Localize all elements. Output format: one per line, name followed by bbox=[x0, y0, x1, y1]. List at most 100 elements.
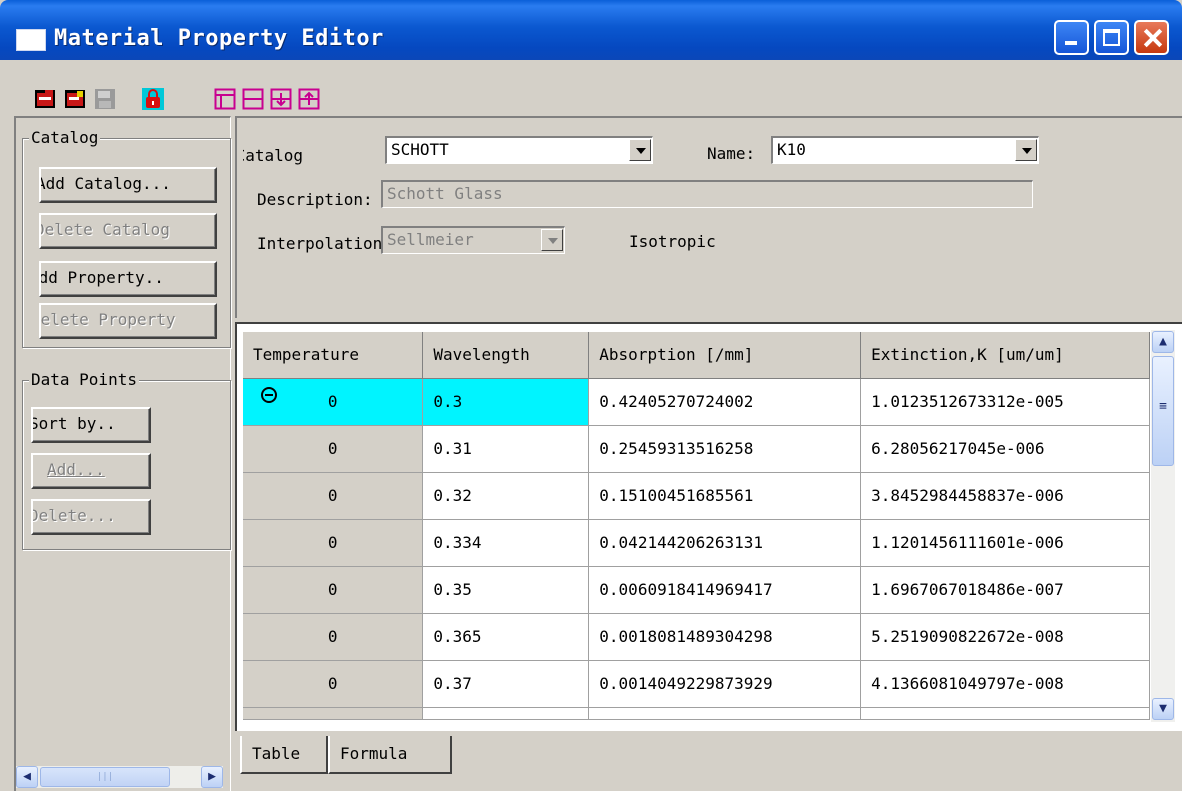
cell-temperature[interactable]: 0 bbox=[243, 566, 424, 614]
table-row[interactable]: 0 0.37 0.0014049229873929 4.1366081049797e-… bbox=[243, 660, 1150, 708]
save-icon[interactable] bbox=[94, 88, 116, 110]
maximize-icon bbox=[1103, 29, 1120, 46]
delete-catalog-button[interactable]: Delete Catalog bbox=[39, 213, 217, 249]
cell-temperature[interactable]: 0 bbox=[243, 519, 424, 567]
cell-temperature[interactable]: 0 bbox=[243, 472, 424, 520]
delete-property-label: Delete Property bbox=[39, 310, 176, 329]
cell-temperature[interactable]: 0 bbox=[243, 378, 424, 426]
cell-extinction[interactable]: 4.1366081049797e-008 bbox=[860, 660, 1150, 708]
name-select-value: K10 bbox=[777, 140, 806, 159]
cell-absorption[interactable]: 0.042144206263131 bbox=[588, 519, 862, 567]
interpolation-dropdown-icon[interactable] bbox=[541, 229, 563, 251]
cell-extinction[interactable]: 1.6967067018486e-007 bbox=[860, 566, 1150, 614]
sort-by-label: Sort by.. bbox=[31, 414, 116, 433]
catalog-label: Catalog: bbox=[243, 146, 303, 165]
table-header-row: Temperature Wavelength Absorption [/mm] … bbox=[243, 332, 1150, 379]
scroll-down-button[interactable]: ▼ bbox=[1152, 698, 1174, 720]
app-icon bbox=[16, 29, 46, 51]
scroll-left-button[interactable]: ◀ bbox=[16, 766, 38, 788]
cell-temperature[interactable]: 0 bbox=[243, 613, 424, 661]
maximize-button[interactable] bbox=[1094, 20, 1129, 55]
cell-empty bbox=[422, 707, 590, 720]
table-row[interactable]: 0 0.35 0.0060918414969417 1.6967067018486e-… bbox=[243, 566, 1150, 614]
left-panel: Catalog Add Catalog... Delete Catalog Ad… bbox=[14, 116, 231, 791]
tab-formula[interactable]: Formula bbox=[328, 736, 452, 774]
minimize-button[interactable] bbox=[1054, 20, 1089, 55]
scroll-right-button[interactable]: ▶ bbox=[201, 766, 223, 788]
interpolation-label: Interpolation: bbox=[257, 234, 381, 253]
table-row[interactable]: 0 0.3 0.42405270724002 1.0123512673312e-005 bbox=[243, 378, 1150, 426]
cell-absorption[interactable]: 0.0018081489304298 bbox=[588, 613, 862, 661]
cell-wavelength[interactable]: 0.35 bbox=[422, 566, 590, 614]
cell-empty bbox=[860, 707, 1150, 720]
cell-empty bbox=[243, 707, 424, 720]
name-dropdown-icon[interactable] bbox=[1015, 139, 1037, 161]
add-property-label: Add Property.. bbox=[39, 268, 164, 287]
current-row-icon bbox=[261, 386, 277, 403]
scroll-thumb[interactable]: ||| bbox=[40, 767, 170, 787]
open-icon[interactable] bbox=[34, 88, 56, 110]
name-select[interactable]: K10 bbox=[771, 136, 1039, 164]
column-header-wavelength[interactable]: Wavelength bbox=[422, 332, 590, 379]
close-button[interactable] bbox=[1134, 20, 1169, 55]
cell-extinction[interactable]: 6.28056217045e-006 bbox=[860, 425, 1150, 473]
cell-wavelength[interactable]: 0.31 bbox=[422, 425, 590, 473]
column-header-extinction[interactable]: Extinction,K [um/um] bbox=[860, 332, 1150, 379]
table-row[interactable]: 0 0.334 0.042144206263131 1.1201456111601e-… bbox=[243, 519, 1150, 567]
cell-wavelength[interactable]: 0.365 bbox=[422, 613, 590, 661]
split-icon[interactable] bbox=[242, 88, 264, 110]
insert-row-icon[interactable] bbox=[270, 88, 292, 110]
lock-icon[interactable] bbox=[142, 88, 164, 110]
table-scroll-thumb[interactable]: ≡ bbox=[1152, 356, 1174, 466]
name-label: Name: bbox=[707, 144, 756, 163]
left-horizontal-scrollbar[interactable]: ◀ ||| ▶ bbox=[16, 766, 223, 788]
add-property-button[interactable]: Add Property.. bbox=[39, 261, 217, 297]
table-icon[interactable] bbox=[214, 88, 236, 110]
catalog-dropdown-icon[interactable] bbox=[629, 139, 651, 161]
cell-wavelength[interactable]: 0.3 bbox=[422, 378, 590, 426]
interpolation-select[interactable]: Sellmeier bbox=[381, 226, 565, 254]
tab-table[interactable]: Table bbox=[240, 736, 328, 774]
catalog-select[interactable]: SCHOTT bbox=[385, 136, 653, 164]
cell-absorption[interactable]: 0.0014049229873929 bbox=[588, 660, 862, 708]
data-points-group-title: Data Points bbox=[29, 370, 139, 389]
edit-icon[interactable] bbox=[64, 88, 86, 110]
table-row[interactable]: 0 0.365 0.0018081489304298 5.2519090822672e… bbox=[243, 613, 1150, 661]
anisotropy-label: Isotropic bbox=[629, 232, 716, 251]
table-row[interactable]: 0 0.32 0.15100451685561 3.8452984458837e-00… bbox=[243, 472, 1150, 520]
delete-property-button[interactable]: Delete Property bbox=[39, 303, 217, 339]
sort-by-button[interactable]: Sort by.. bbox=[31, 407, 151, 443]
cell-extinction[interactable]: 1.1201456111601e-006 bbox=[860, 519, 1150, 567]
cell-temperature[interactable]: 0 bbox=[243, 425, 424, 473]
add-catalog-button[interactable]: Add Catalog... bbox=[39, 167, 217, 203]
cell-wavelength[interactable]: 0.32 bbox=[422, 472, 590, 520]
window-title: Material Property Editor bbox=[54, 26, 384, 51]
column-header-absorption[interactable]: Absorption [/mm] bbox=[588, 332, 862, 379]
delete-row-icon[interactable] bbox=[298, 88, 320, 110]
properties-panel: Catalog: SCHOTT Name: K10 Description: S… bbox=[235, 116, 1182, 318]
cell-wavelength[interactable]: 0.334 bbox=[422, 519, 590, 567]
cell-absorption[interactable]: 0.42405270724002 bbox=[588, 378, 862, 426]
cell-absorption[interactable]: 0.25459313516258 bbox=[588, 425, 862, 473]
table-row[interactable]: 0 0.31 0.25459313516258 6.28056217045e-006 bbox=[243, 425, 1150, 473]
cell-wavelength[interactable]: 0.37 bbox=[422, 660, 590, 708]
catalog-select-value: SCHOTT bbox=[391, 140, 449, 159]
column-header-temperature[interactable]: Temperature bbox=[243, 332, 424, 379]
cell-extinction[interactable]: 1.0123512673312e-005 bbox=[860, 378, 1150, 426]
add-data-point-button[interactable]: Add... bbox=[31, 453, 151, 489]
data-points-group: Data Points Sort by.. Add... Delete... bbox=[22, 370, 231, 550]
description-field[interactable]: Schott Glass bbox=[381, 180, 1033, 208]
catalog-group-title: Catalog bbox=[29, 128, 101, 147]
cell-extinction[interactable]: 5.2519090822672e-008 bbox=[860, 613, 1150, 661]
cell-extinction[interactable]: 3.8452984458837e-006 bbox=[860, 472, 1150, 520]
table-vertical-scrollbar[interactable]: ▲ ≡ ▼ bbox=[1151, 330, 1175, 722]
delete-data-point-button[interactable]: Delete... bbox=[31, 499, 151, 535]
cell-absorption[interactable]: 0.15100451685561 bbox=[588, 472, 862, 520]
scroll-up-button[interactable]: ▲ bbox=[1152, 331, 1174, 353]
cell-absorption[interactable]: 0.0060918414969417 bbox=[588, 566, 862, 614]
cell-temperature[interactable]: 0 bbox=[243, 660, 424, 708]
data-table-frame: Temperature Wavelength Absorption [/mm] … bbox=[235, 322, 1182, 731]
add-catalog-label: Add Catalog... bbox=[39, 174, 171, 193]
title-bar[interactable]: Material Property Editor bbox=[0, 0, 1182, 60]
minimize-icon bbox=[1065, 41, 1077, 45]
